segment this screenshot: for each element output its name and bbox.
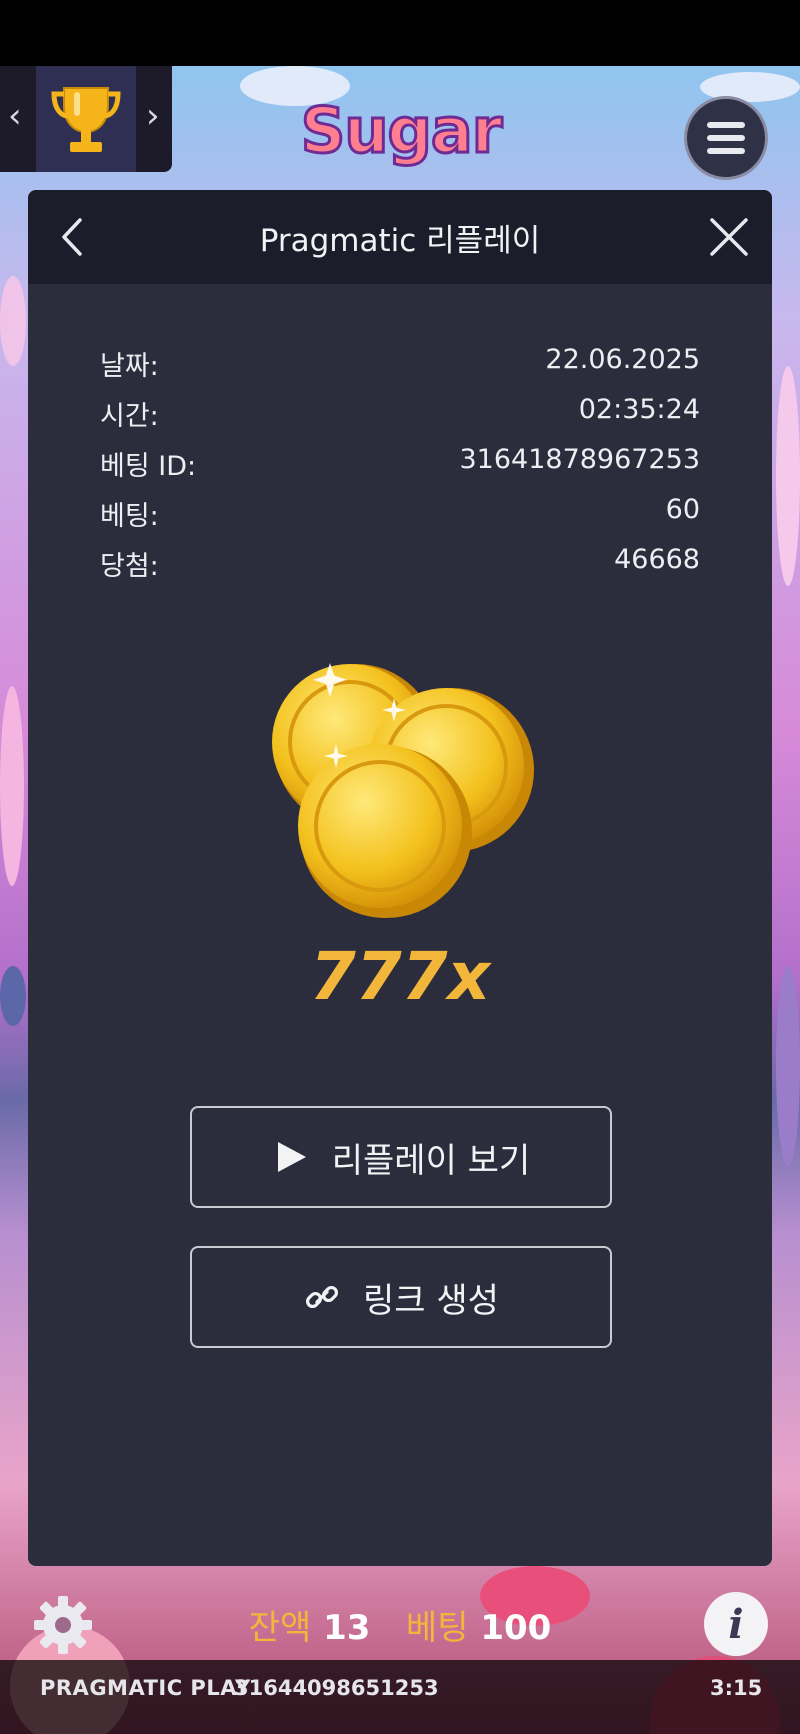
watch-replay-button[interactable]: 리플레이 보기 bbox=[190, 1106, 612, 1208]
status-bar-area bbox=[0, 0, 800, 66]
back-arrow-icon[interactable] bbox=[38, 200, 112, 274]
trophy-icon bbox=[51, 87, 121, 152]
create-link-label: 링크 생성 bbox=[363, 1280, 499, 1321]
info-value: 22.06.2025 bbox=[545, 344, 700, 375]
info-value: 46668 bbox=[614, 544, 700, 575]
chevron-left-icon[interactable]: ‹ bbox=[8, 96, 22, 136]
bet-value: 100 bbox=[480, 1608, 552, 1648]
balance-label: 잔액 bbox=[248, 1608, 312, 1648]
info-value: 60 bbox=[665, 494, 700, 525]
bet-label: 베팅 bbox=[405, 1608, 469, 1648]
brand-label: PRAGMATIC PLAY bbox=[40, 1676, 251, 1700]
info-label: 시간: bbox=[100, 401, 159, 432]
info-icon[interactable]: i bbox=[704, 1592, 768, 1656]
watch-replay-label: 리플레이 보기 bbox=[331, 1140, 531, 1181]
footer-bar: PRAGMATIC PLAY 31644098651253 3:15 bbox=[0, 1660, 800, 1734]
info-label: 베팅: bbox=[100, 501, 159, 532]
link-icon bbox=[303, 1278, 341, 1316]
info-label: 당첨: bbox=[100, 551, 159, 582]
info-row-date: 날짜: 22.06.2025 bbox=[100, 344, 700, 384]
balance-value: 13 bbox=[323, 1608, 371, 1648]
info-row-bet-id: 베팅 ID: 31641878967253 bbox=[100, 444, 700, 484]
balance-bar: 잔액 13 베팅 100 bbox=[0, 1600, 800, 1649]
info-value: 31641878967253 bbox=[459, 444, 701, 475]
info-row-win: 당첨: 46668 bbox=[100, 544, 700, 584]
round-id: 31644098651253 bbox=[234, 1676, 439, 1700]
replay-modal: Pragmatic 리플레이 날짜: 22.06.2025 시간: 02:35:… bbox=[28, 190, 772, 1566]
trophy-panel[interactable] bbox=[36, 66, 136, 172]
clock: 3:15 bbox=[710, 1676, 763, 1700]
hamburger-menu-icon[interactable] bbox=[684, 96, 768, 180]
info-label: 베팅 ID: bbox=[100, 451, 197, 482]
achievements-widget[interactable]: ‹ › bbox=[0, 66, 172, 172]
win-multiplier: 777x bbox=[309, 938, 491, 1015]
chevron-right-icon[interactable]: › bbox=[146, 96, 160, 136]
game-logo: Sugar bbox=[299, 93, 504, 169]
info-value: 02:35:24 bbox=[578, 394, 700, 425]
modal-header: Pragmatic 리플레이 bbox=[28, 190, 772, 284]
info-row-bet: 베팅: 60 bbox=[100, 494, 700, 534]
coins-icon bbox=[272, 663, 534, 918]
close-icon[interactable] bbox=[696, 204, 762, 270]
info-label: 날짜: bbox=[100, 351, 159, 382]
play-icon bbox=[272, 1138, 310, 1176]
info-row-time: 시간: 02:35:24 bbox=[100, 394, 700, 434]
create-link-button[interactable]: 링크 생성 bbox=[190, 1246, 612, 1348]
modal-title: Pragmatic 리플레이 bbox=[259, 222, 541, 259]
